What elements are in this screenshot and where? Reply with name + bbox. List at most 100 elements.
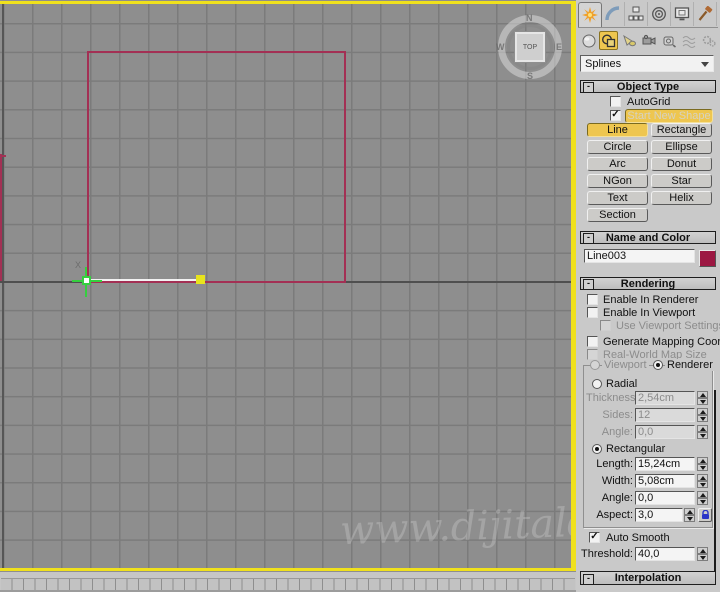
offscreen-spline-tick [0,155,6,157]
ngon-button[interactable]: NGon [587,174,648,188]
panel-scrollbar[interactable] [714,390,716,572]
viewcube[interactable]: N S W E TOP [496,13,562,81]
spinner-down-icon[interactable] [697,481,708,488]
viewcube-top-face[interactable]: TOP [514,31,546,63]
spinner-down-icon[interactable] [697,498,708,505]
rollout-name-color[interactable]: - Name and Color [580,231,716,244]
enable-in-viewport-checkbox[interactable] [587,307,598,318]
radial-radio[interactable] [592,379,602,389]
autogrid-checkbox[interactable] [610,96,621,107]
spinner-up-icon[interactable] [697,491,708,498]
real-world-map-size-checkbox [587,349,598,360]
threshold-label: Threshold: [581,548,633,560]
angle-label: Angle: [601,426,633,438]
helix-button[interactable]: Helix [651,191,712,205]
angle2-label: Angle: [601,492,633,504]
category-systems[interactable] [699,31,718,50]
object-color-swatch[interactable] [699,250,716,267]
tab-modify[interactable] [602,2,625,26]
tab-utilities[interactable] [694,2,717,26]
length-input[interactable] [635,457,695,471]
line-spline-segment[interactable] [87,279,199,281]
spinner-up-icon[interactable] [684,508,695,515]
spinner-up-icon[interactable] [697,474,708,481]
rollout-rendering[interactable]: - Rendering [580,277,716,290]
arc-button[interactable]: Arc [587,157,648,171]
start-new-shape-button[interactable]: Start New Shape [625,109,713,123]
spinner-up-icon [697,408,708,415]
length-spinner[interactable] [697,457,708,471]
command-panel: Splines - Object Type AutoGrid ✓ Start N… [576,0,720,592]
star-button[interactable]: Star [651,174,712,188]
category-spacewarps[interactable] [679,31,698,50]
rectangle-button[interactable]: Rectangle [651,123,712,137]
rollout-object-type[interactable]: - Object Type [580,80,716,93]
category-lights[interactable] [619,31,638,50]
motion-icon [652,7,666,21]
spinner-up-icon[interactable] [697,547,708,554]
tab-hierarchy[interactable] [625,2,648,26]
section-button[interactable]: Section [587,208,648,222]
angle2-input[interactable] [635,491,695,505]
rollout-title: Name and Color [605,231,691,244]
line-button[interactable]: Line [587,123,648,137]
spinner-up-icon[interactable] [697,457,708,464]
aspect-lock-button[interactable] [698,508,712,522]
sides-spinner [697,408,708,422]
rectangle-spline[interactable] [87,51,346,283]
cameras-icon [642,34,655,45]
threshold-spinner[interactable] [697,547,708,561]
category-cameras[interactable] [639,31,658,50]
circle-button[interactable]: Circle [587,140,648,154]
enable-in-renderer-checkbox[interactable] [587,294,598,305]
create-icon [582,7,598,23]
donut-button[interactable]: Donut [651,157,712,171]
width-input[interactable] [635,474,695,488]
spinner-down-icon[interactable] [697,464,708,471]
collapse-icon[interactable]: - [583,233,594,244]
category-geometry[interactable] [579,31,598,50]
threshold-input[interactable] [635,547,695,561]
width-spinner[interactable] [697,474,708,488]
lights-icon [622,34,636,46]
shapes-icon [601,34,615,47]
viewport-radio-label: Viewport [602,359,649,371]
collapse-icon[interactable]: - [583,82,594,93]
radial-radio-label: Radial [606,378,638,390]
auto-smooth-checkbox[interactable]: ✓ [589,532,600,543]
line-end-vertex[interactable] [196,275,205,284]
tab-display[interactable] [671,2,694,26]
utilities-icon [698,6,713,21]
start-new-shape-checkbox[interactable]: ✓ [610,110,621,121]
rollout-interpolation[interactable]: - Interpolation [580,571,716,585]
enable-in-viewport-label: Enable In Viewport [603,307,696,319]
tab-motion[interactable] [648,2,671,26]
renderer-radio[interactable] [653,360,663,370]
collapse-icon[interactable]: - [583,574,594,585]
object-name-input[interactable] [584,249,695,263]
tab-create[interactable] [578,2,602,27]
thickness-spinner [697,391,708,405]
rectangular-radio[interactable] [592,444,602,454]
angle2-spinner[interactable] [697,491,708,505]
category-shapes[interactable] [599,31,618,50]
spinner-down-icon [697,398,708,405]
lock-icon [701,510,709,519]
top-viewport[interactable]: X N S W E TOP www.dijitalde [0,0,576,572]
spinner-down-icon[interactable] [697,554,708,561]
ellipse-button[interactable]: Ellipse [651,140,712,154]
category-helpers[interactable] [659,31,678,50]
track-bar[interactable] [0,572,576,592]
collapse-icon[interactable]: - [583,279,594,290]
aspect-spinner[interactable] [684,508,695,522]
line-start-vertex[interactable] [82,276,91,285]
aspect-input[interactable] [635,508,683,522]
spinner-down-icon[interactable] [684,515,695,522]
rollout-title: Object Type [616,80,680,93]
rollout-title: Interpolation [614,572,682,584]
angle-input [635,425,695,439]
watermark-text: www.dijitalde [339,498,576,555]
generate-mapping-coords-checkbox[interactable] [587,336,598,347]
shape-category-dropdown[interactable]: Splines [580,55,714,72]
text-button[interactable]: Text [587,191,648,205]
